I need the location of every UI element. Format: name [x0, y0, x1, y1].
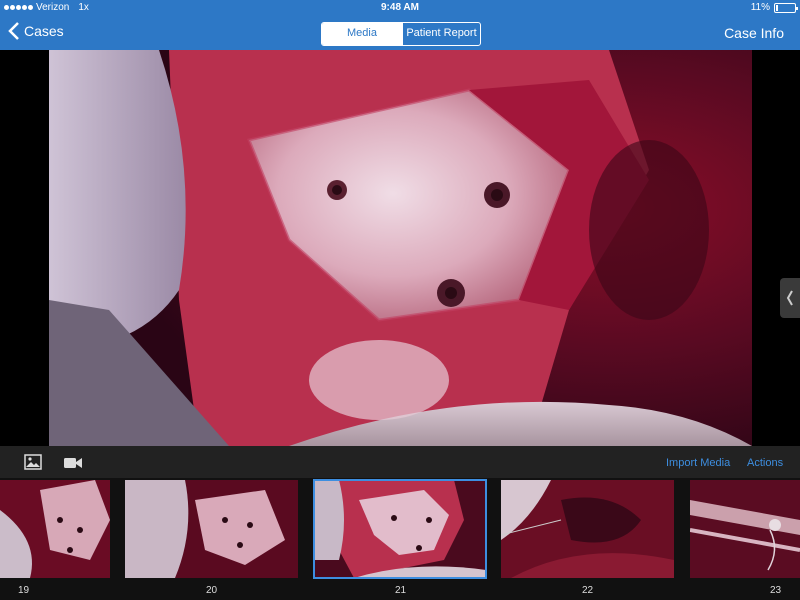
clock: 9:48 AM — [381, 2, 419, 13]
thumbnail-label: 22 — [582, 585, 594, 596]
back-button[interactable]: Cases — [8, 22, 64, 40]
battery-icon — [774, 2, 798, 13]
back-button-label: Cases — [24, 23, 64, 39]
thumbnail-23[interactable] — [690, 480, 800, 578]
segment-media[interactable]: Media — [322, 23, 402, 45]
status-right: 11% — [750, 2, 798, 13]
status-bar: Verizon 1x 9:48 AM 11% — [0, 0, 800, 16]
media-viewer — [0, 50, 800, 446]
thumbnail-label: 23 — [770, 585, 782, 596]
segment-patient-report[interactable]: Patient Report — [402, 23, 480, 45]
surgical-photo[interactable] — [49, 50, 752, 446]
chevron-left-icon — [786, 290, 793, 306]
thumbnail-21[interactable] — [313, 479, 487, 579]
case-info-button[interactable]: Case Info — [724, 25, 784, 41]
thumbnail-strip[interactable]: 19 20 21 22 23 — [0, 478, 800, 600]
import-media-button[interactable]: Import Media — [666, 457, 730, 469]
thumbnail-22[interactable] — [501, 480, 674, 578]
thumbnail-label: 21 — [395, 585, 407, 596]
thumbnail-label: 19 — [18, 585, 30, 596]
media-toolbar: Import Media Actions — [0, 446, 800, 478]
thumbnail-19[interactable] — [0, 480, 110, 578]
side-panel-toggle[interactable] — [780, 278, 800, 318]
thumbnail-label: 20 — [206, 585, 218, 596]
actions-button[interactable]: Actions — [747, 457, 783, 469]
photo-icon[interactable] — [24, 454, 42, 475]
navigation-bar: Cases Media Patient Report Case Info — [0, 16, 800, 50]
thumbnail-20[interactable] — [125, 480, 298, 578]
chevron-left-icon — [8, 22, 19, 40]
video-camera-icon[interactable] — [64, 456, 82, 474]
battery-percent: 11% — [750, 2, 770, 13]
view-segmented-control: Media Patient Report — [321, 22, 481, 46]
